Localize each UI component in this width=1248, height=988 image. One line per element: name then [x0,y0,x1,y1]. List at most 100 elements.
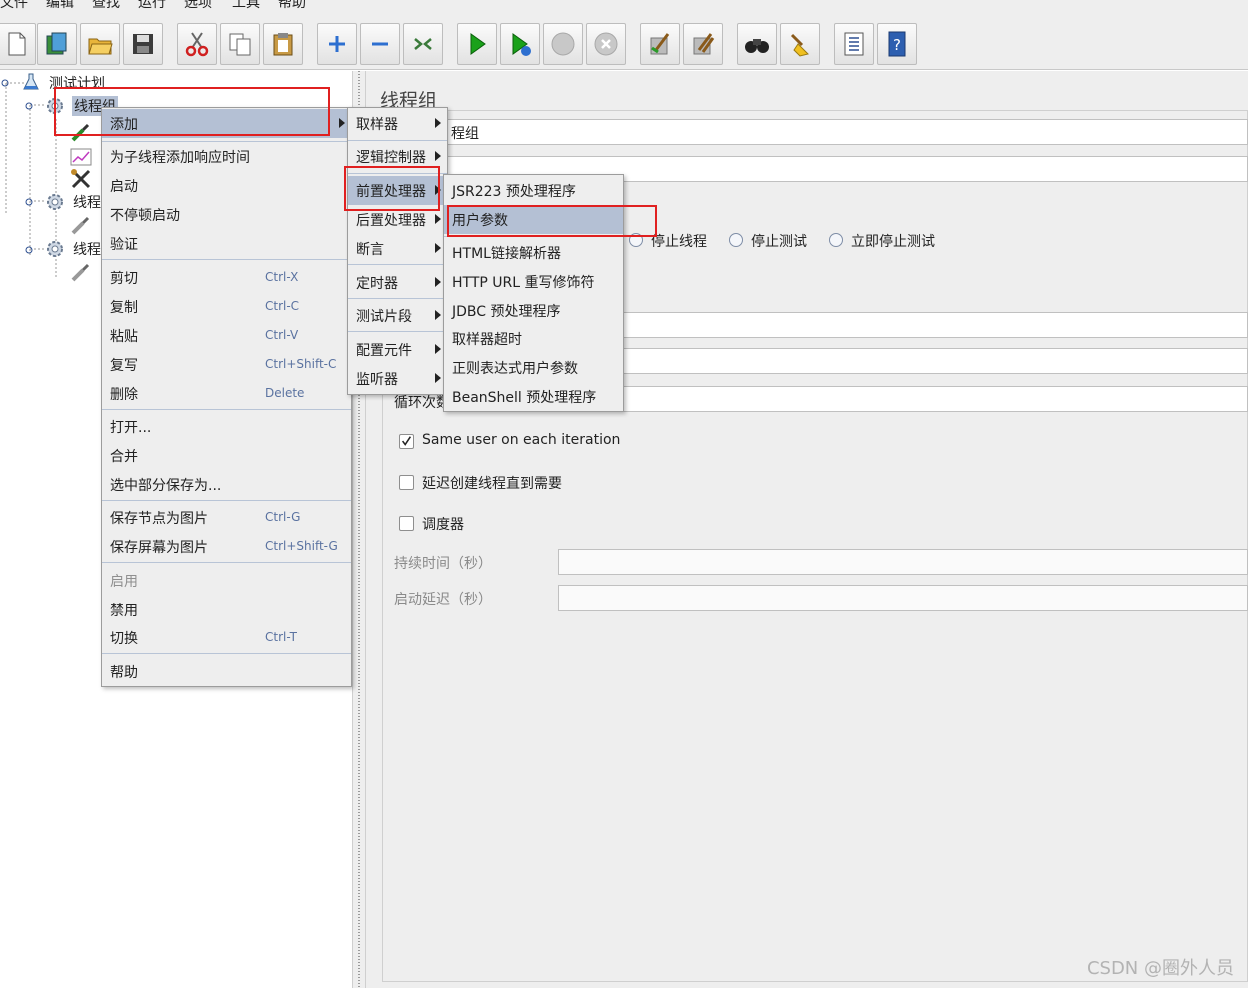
menu-item-duplicate[interactable]: 复写 Ctrl+Shift-C [102,350,351,379]
save-button[interactable] [123,23,163,65]
same-user-label: Same user on each iteration [422,432,621,448]
menu-item-sampler[interactable]: 取样器 [348,109,447,138]
expand-handle[interactable] [24,195,34,206]
menu-item-copy[interactable]: 复制 Ctrl-C [102,292,351,321]
shutdown-button[interactable] [586,23,626,65]
menu-separator [102,653,351,654]
menu-item-label: 启动 [110,179,138,195]
new-button[interactable] [0,23,36,65]
copy-button[interactable] [220,23,260,65]
radio-stop-test[interactable] [729,233,743,247]
menu-item-save-selection[interactable]: 选中部分保存为... [102,470,351,499]
menu-item-delete[interactable]: 删除 Delete [102,379,351,408]
expand-handle[interactable] [0,76,10,87]
menu-item-cut[interactable]: 剪切 Ctrl-X [102,263,351,292]
menu-item-config-element[interactable]: 配置元件 [348,335,447,364]
delay-create-checkbox[interactable] [399,475,414,490]
tree-node-test-plan[interactable]: 测试计划 [49,73,105,93]
menu-item-post-processors[interactable]: 后置处理器 [348,205,447,234]
menu-item-jdbc-preprocessor[interactable]: JDBC 预处理程序 [444,296,623,325]
collapse-button[interactable] [360,23,400,65]
menu-item-disable[interactable]: 禁用 [102,595,351,624]
menu-item-validate[interactable]: 验证 [102,229,351,258]
menu-item-save-screen-image[interactable]: 保存屏幕为图片 Ctrl+Shift-G [102,532,351,561]
startup-delay-field[interactable] [558,585,1248,611]
menu-separator [348,173,447,174]
expand-button[interactable] [317,23,357,65]
menu-search[interactable]: 查找 [92,0,120,12]
templates-button[interactable] [37,23,77,65]
menu-item-label: 保存屏幕为图片 [110,540,208,556]
menu-item-test-fragment[interactable]: 测试片段 [348,301,447,330]
reset-search-button[interactable] [780,23,820,65]
menu-item-add-think-time[interactable]: 为子线程添加响应时间 [102,142,351,171]
menu-item-paste[interactable]: 粘贴 Ctrl-V [102,321,351,350]
open-button[interactable] [80,23,120,65]
menu-item-listener[interactable]: 监听器 [348,364,447,393]
duration-field[interactable] [558,549,1248,575]
menu-item-user-parameters[interactable]: 用户参数 [444,205,623,234]
menu-item-label: 合并 [110,449,138,465]
toggle-button[interactable] [403,23,443,65]
menu-item-label: 用户参数 [452,213,508,229]
cut-button[interactable] [177,23,217,65]
menu-item-regex-user-parameters[interactable]: 正则表达式用户参数 [444,353,623,382]
flask-icon [22,73,40,91]
delay-create-label: 延迟创建线程直到需要 [422,476,562,492]
menu-item-html-link-parser[interactable]: HTML链接解析器 [444,238,623,267]
submenu-arrow-icon [339,118,345,128]
tree-node-thread-group-3[interactable]: 线程 [73,239,101,259]
function-helper-button[interactable] [834,23,874,65]
radio-stop-test-now[interactable] [829,233,843,247]
menu-item-beanshell-preprocessor[interactable]: BeanShell 预处理程序 [444,382,623,411]
menu-item-start[interactable]: 启动 [102,171,351,200]
menu-item-label: 帮助 [110,665,138,681]
menu-item-pre-processors[interactable]: 前置处理器 [348,176,447,205]
menu-item-http-url-rewriting-modifier[interactable]: HTTP URL 重写修饰符 [444,267,623,296]
menu-help[interactable]: 帮助 [278,0,306,12]
name-field[interactable]: 程组 [440,119,1248,145]
menu-item-assertions[interactable]: 断言 [348,234,447,263]
radio-stop-thread[interactable] [629,233,643,247]
menu-item-toggle[interactable]: 切换 Ctrl-T [102,623,351,652]
menu-item-open[interactable]: 打开... [102,412,351,441]
clear-all-button[interactable] [683,23,723,65]
menu-options[interactable]: 选项 [184,0,212,12]
menu-item-start-no-pause[interactable]: 不停顿启动 [102,200,351,229]
menu-item-help[interactable]: 帮助 [102,657,351,686]
menu-run[interactable]: 运行 [138,0,166,12]
startup-delay-label: 启动延迟（秒） [394,592,492,608]
menu-item-add[interactable]: 添加 [102,109,351,138]
paste-button[interactable] [263,23,303,65]
menu-file[interactable]: 文件 [0,0,28,12]
menu-item-logic-controller[interactable]: 逻辑控制器 [348,142,447,171]
same-user-checkbox[interactable] [399,434,414,449]
submenu-arrow-icon [435,310,441,320]
menu-separator [348,331,447,332]
expand-handle[interactable] [24,243,34,254]
menu-separator [102,562,351,563]
menu-item-merge[interactable]: 合并 [102,441,351,470]
menu-item-timers[interactable]: 定时器 [348,268,447,297]
tree-node-thread-group-2[interactable]: 线程 [73,192,101,212]
menu-item-label: 选中部分保存为... [110,478,222,494]
submenu-arrow-icon [435,277,441,287]
start-no-pause-button[interactable] [500,23,540,65]
scheduler-checkbox[interactable] [399,516,414,531]
expand-handle[interactable] [24,99,34,110]
clear-button[interactable] [640,23,680,65]
start-button[interactable] [457,23,497,65]
menu-item-sample-timeout[interactable]: 取样器超时 [444,324,623,353]
shortcut-label: Ctrl-C [265,299,300,313]
help-button[interactable]: ? [877,23,917,65]
search-button[interactable] [737,23,777,65]
clear-all-icon [693,33,715,55]
menu-tools[interactable]: 工具 [232,0,260,12]
stop-button[interactable] [543,23,583,65]
menu-item-jsr223-preprocessor[interactable]: JSR223 预处理程序 [444,176,623,205]
menu-item-save-node-image[interactable]: 保存节点为图片 Ctrl-G [102,503,351,532]
menu-edit[interactable]: 编辑 [46,0,74,12]
pipette-icon [70,261,92,283]
menu-item-label: 定时器 [356,276,398,292]
shortcut-label: Ctrl-X [265,270,299,284]
